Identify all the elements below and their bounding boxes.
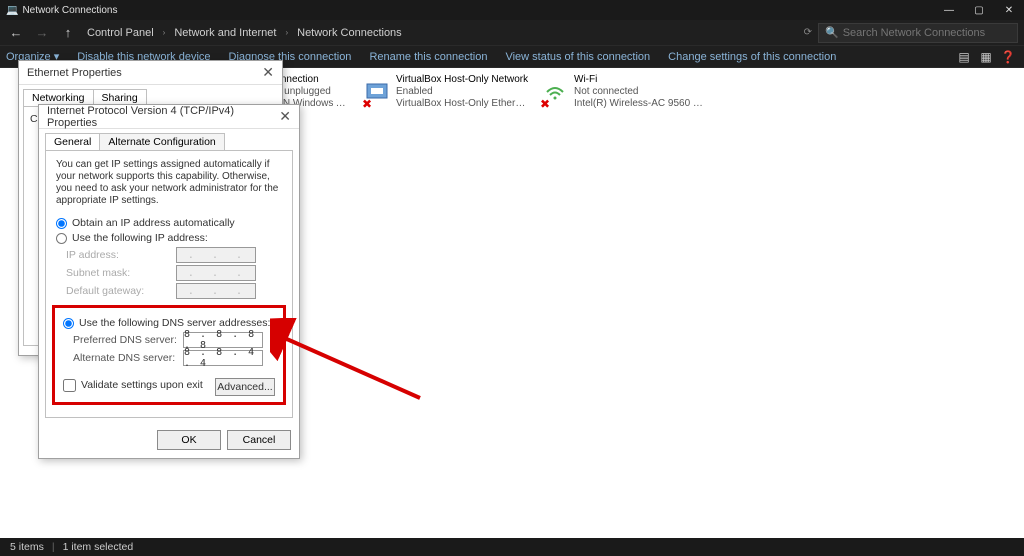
help-icon[interactable]: ❓ xyxy=(1000,50,1016,64)
alt-dns-field[interactable]: 8 . 8 . 4 . 4 xyxy=(183,350,263,366)
radio-ip-auto[interactable] xyxy=(56,218,67,229)
subnet-field: . . . xyxy=(176,265,256,281)
radio-ip-manual[interactable] xyxy=(56,233,67,244)
cancel-button[interactable]: Cancel xyxy=(227,430,291,450)
tab-general[interactable]: General xyxy=(45,133,100,150)
address-bar: ← → ↑ Control Panel › Network and Intern… xyxy=(0,20,1024,46)
radio-ip-manual-label: Use the following IP address: xyxy=(72,232,208,244)
adapter-device: VirtualBox Host-Only Ethernet Ad... xyxy=(396,98,526,110)
status-selected: 1 item selected xyxy=(63,541,134,553)
view-icon[interactable]: ▤ xyxy=(956,50,972,64)
search-input[interactable] xyxy=(843,27,1017,39)
adapter-item[interactable]: ✖ VirtualBox Host-Only Network Enabled V… xyxy=(362,74,530,110)
ip-address-field: . . . xyxy=(176,247,256,263)
status-items: 5 items xyxy=(10,541,44,553)
radio-dns-manual-label: Use the following DNS server addresses: xyxy=(79,317,270,329)
highlight-frame: Use the following DNS server addresses: … xyxy=(52,305,286,405)
validate-on-exit-label: Validate settings upon exit xyxy=(81,379,203,391)
ipv4-description: You can get IP settings assigned automat… xyxy=(56,159,282,207)
cmd-change[interactable]: Change settings of this connection xyxy=(668,51,836,63)
maximize-button[interactable]: ▢ xyxy=(964,1,994,19)
chevron-right-icon: › xyxy=(163,28,166,37)
close-button[interactable]: ✕ xyxy=(994,1,1024,19)
subnet-label: Subnet mask: xyxy=(66,267,176,279)
nav-up-button[interactable]: ↑ xyxy=(58,25,78,40)
dialog-title: Ethernet Properties xyxy=(27,67,122,79)
radio-ip-auto-label: Obtain an IP address automatically xyxy=(72,217,235,229)
adapter-name: Wi-Fi xyxy=(574,74,704,86)
alt-dns-label: Alternate DNS server: xyxy=(73,352,183,364)
ipv4-properties-dialog: Internet Protocol Version 4 (TCP/IPv4) P… xyxy=(38,104,300,459)
close-icon[interactable]: ✕ xyxy=(262,64,274,81)
nav-back-button[interactable]: ← xyxy=(6,25,26,40)
adapter-item[interactable]: ✖ Wi-Fi Not connected Intel(R) Wireless-… xyxy=(540,74,708,110)
adapter-device: Intel(R) Wireless-AC 9560 160MHz xyxy=(574,98,704,110)
chevron-right-icon: › xyxy=(285,28,288,37)
status-bar: 5 items | 1 item selected xyxy=(0,538,1024,556)
crumb-control-panel[interactable]: Control Panel xyxy=(84,27,157,39)
refresh-button[interactable]: ⟳ xyxy=(804,27,812,38)
gateway-label: Default gateway: xyxy=(66,285,176,297)
adapter-status: Enabled xyxy=(396,86,526,98)
dialog-title: Internet Protocol Version 4 (TCP/IPv4) P… xyxy=(47,105,279,129)
tab-alt-config[interactable]: Alternate Configuration xyxy=(99,133,224,150)
cmd-rename[interactable]: Rename this connection xyxy=(369,51,487,63)
pref-dns-field[interactable]: 8 . 8 . 8 . 8 xyxy=(183,332,263,348)
adapter-status: Not connected xyxy=(574,86,704,98)
ok-button[interactable]: OK xyxy=(157,430,221,450)
disconnected-icon: ✖ xyxy=(540,98,550,110)
advanced-button[interactable]: Advanced... xyxy=(215,378,275,396)
search-icon: 🔍 xyxy=(825,26,839,39)
validate-on-exit-checkbox[interactable] xyxy=(63,379,76,392)
pref-dns-label: Preferred DNS server: xyxy=(73,334,183,346)
pane-icon[interactable]: ▦ xyxy=(978,50,994,64)
window-titlebar: 💻 Network Connections — ▢ ✕ xyxy=(0,0,1024,20)
crumb-net-internet[interactable]: Network and Internet xyxy=(171,27,279,39)
cmd-status[interactable]: View status of this connection xyxy=(505,51,650,63)
search-box[interactable]: 🔍 xyxy=(818,23,1018,43)
nav-fwd-button[interactable]: → xyxy=(32,25,52,40)
net-icon: 💻 xyxy=(6,5,18,16)
close-icon[interactable]: ✕ xyxy=(279,108,291,125)
minimize-button[interactable]: — xyxy=(934,1,964,19)
radio-dns-manual[interactable] xyxy=(63,318,74,329)
crumb-net-connections[interactable]: Network Connections xyxy=(294,27,405,39)
disconnected-icon: ✖ xyxy=(362,98,372,110)
gateway-field: . . . xyxy=(176,283,256,299)
ip-address-label: IP address: xyxy=(66,249,176,261)
adapter-name: VirtualBox Host-Only Network xyxy=(396,74,528,86)
window-title: Network Connections xyxy=(22,5,117,16)
content-area: ✖ Local Area Connection Network cable un… xyxy=(0,68,1024,538)
